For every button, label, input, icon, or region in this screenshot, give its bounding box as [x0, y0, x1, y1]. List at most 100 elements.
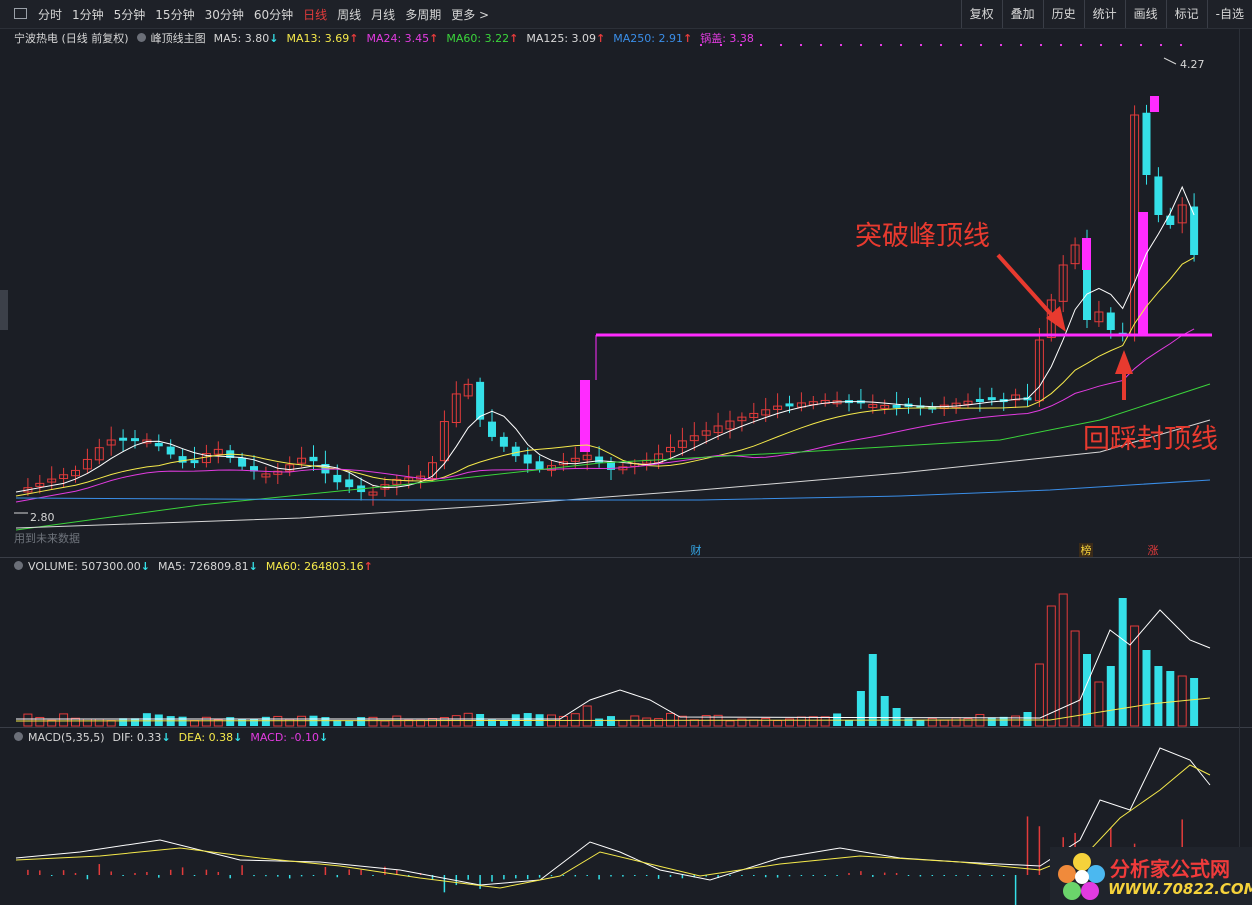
volume-bar — [582, 705, 592, 727]
volume-ma5-line — [16, 609, 1211, 720]
candle-body — [131, 438, 139, 442]
candle-body — [595, 456, 604, 463]
marker-dot — [1020, 44, 1022, 46]
volume-bar — [558, 715, 568, 727]
volume-bar — [1070, 630, 1080, 727]
panel-scroll-handle[interactable] — [0, 290, 8, 330]
volume-bar — [261, 716, 270, 726]
volume-bar — [250, 719, 258, 726]
volume-bar — [845, 720, 853, 726]
volume-bar — [749, 719, 759, 727]
volume-bar — [1154, 666, 1163, 726]
volume-bar — [499, 720, 508, 726]
candle-body — [166, 446, 175, 455]
kline-chart[interactable]: 4.27 2.80 用到未来数据财 榜 涨 突破峰顶线回踩封顶线 — [0, 0, 1252, 905]
candle-body — [535, 461, 544, 470]
marker-dot — [1060, 44, 1062, 46]
marker-dot — [960, 44, 962, 46]
peak-candle — [1150, 96, 1159, 112]
volume-bar — [190, 720, 199, 727]
volume-bar — [630, 715, 640, 727]
volume-bar — [796, 716, 806, 727]
volume-bar — [808, 716, 818, 727]
volume-bar — [773, 720, 783, 727]
high-pointer — [1163, 57, 1177, 65]
volume-settings-icon[interactable] — [14, 561, 23, 570]
volume-bar — [1023, 712, 1032, 726]
high-price-label: 4.27 — [1180, 58, 1205, 71]
right-scrollbar[interactable] — [1239, 28, 1252, 905]
volume-bar — [357, 717, 366, 726]
volume-bar — [642, 717, 652, 727]
marker-zhang: 涨 — [1148, 544, 1159, 557]
volume-bar — [1190, 678, 1199, 726]
marker-dot — [700, 44, 702, 46]
candle-body — [523, 454, 532, 464]
volume-bar — [666, 712, 675, 727]
marker-dot — [1100, 44, 1102, 46]
volume-bar — [416, 719, 426, 727]
marker-dot — [1120, 44, 1122, 46]
candle-body — [785, 403, 794, 407]
marker-dot — [860, 44, 862, 46]
watermark-title: 分析家公式网 — [1110, 857, 1230, 881]
volume-bar — [951, 717, 961, 727]
ma125-line — [15, 419, 1211, 529]
marker-dot — [1040, 44, 1042, 46]
peak-candle — [1082, 238, 1091, 270]
volume-bar — [761, 717, 771, 727]
marker-dot — [1000, 44, 1002, 46]
marker-bang: 榜 — [1081, 543, 1092, 557]
volume-bar — [1130, 625, 1140, 727]
marker-dot — [780, 44, 782, 46]
volume-bar — [1118, 598, 1127, 726]
volume-bar — [1166, 671, 1175, 726]
volume-bar — [927, 717, 937, 727]
marker-dot — [1080, 44, 1082, 46]
ma24-line — [15, 328, 1195, 503]
watermark: 分析家公式网 WWW.70822.COM — [1050, 847, 1252, 905]
volume-bar — [856, 691, 865, 726]
annotation-breakout: 突破峰顶线 — [855, 221, 990, 252]
candle-body — [1154, 176, 1163, 215]
annotation-pullback: 回踩封顶线 — [1083, 424, 1218, 455]
volume-bar — [987, 717, 996, 726]
volume-bar — [595, 718, 604, 726]
candle-body — [488, 421, 496, 437]
marker-dot — [1160, 44, 1162, 46]
marker-cai: 财 — [691, 543, 702, 557]
marker-dot — [800, 44, 802, 46]
marker-dot — [760, 44, 762, 46]
volume-bar — [677, 715, 687, 727]
ma5-line — [15, 185, 1195, 493]
volume-bar — [904, 718, 913, 726]
volume-bar — [154, 714, 163, 726]
panel-divider[interactable] — [0, 727, 1252, 728]
volume-bar — [476, 714, 485, 726]
volume-bar — [142, 713, 151, 726]
candle-body — [1106, 312, 1115, 330]
marker-dot — [920, 44, 922, 46]
candle-body — [333, 474, 342, 483]
macd-dea-line — [15, 764, 1211, 889]
candle-body — [345, 479, 354, 488]
low-price-label: 2.80 — [30, 511, 55, 524]
future-data-hint: 用到未来数据 — [14, 531, 80, 545]
volume-bar — [59, 713, 69, 727]
panel-divider[interactable] — [0, 557, 1252, 558]
volume-bar — [321, 717, 330, 726]
volume-bar — [618, 719, 628, 727]
candle-body — [238, 457, 247, 467]
volume-bar — [94, 718, 104, 727]
flower-logo-icon — [1058, 853, 1105, 900]
volume-bar — [345, 720, 354, 726]
macd-settings-icon[interactable] — [14, 732, 23, 741]
marker-dot — [880, 44, 882, 46]
volume-bar — [1142, 650, 1151, 726]
watermark-url: WWW.70822.COM — [1108, 880, 1252, 898]
volume-bar — [880, 696, 889, 726]
marker-dot — [900, 44, 902, 46]
ma60-line — [15, 383, 1211, 531]
volume-bar — [939, 719, 949, 727]
pullback-arrow-head — [1115, 350, 1133, 374]
